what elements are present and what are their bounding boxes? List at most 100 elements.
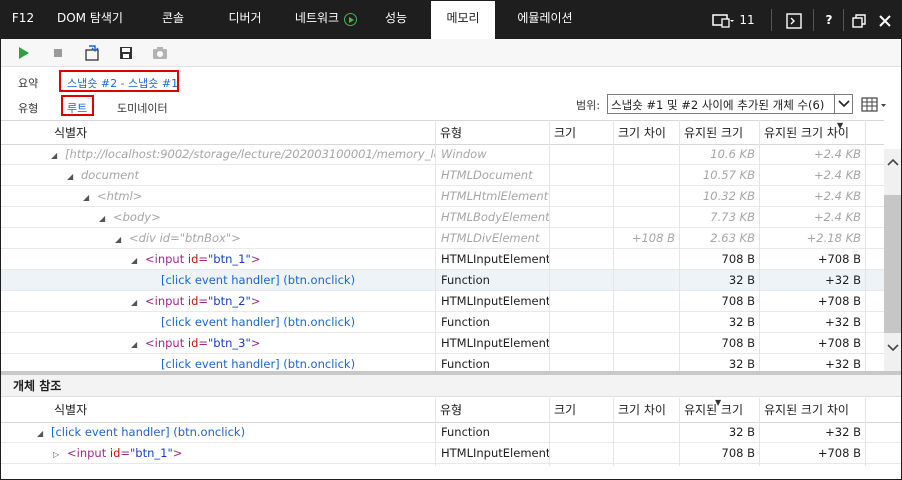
collapse-arrow-icon[interactable]: ◢ — [131, 250, 141, 270]
cell-retained-diff: +708 B — [817, 294, 861, 308]
table-row[interactable]: ◢ [click event handler] (btn.onclick) Func… — [1, 422, 901, 443]
collapse-arrow-icon[interactable]: ◢ — [131, 292, 141, 312]
tab-f12[interactable]: F12 — [5, 1, 41, 39]
column-divider — [435, 120, 436, 371]
col-retained-size[interactable]: 유지된 크기 — [679, 121, 748, 146]
node-name: <input id="btn_1"> — [67, 446, 182, 460]
node-name: <div id="btnBox"> — [129, 231, 241, 245]
lower-col-size[interactable]: 크기 — [549, 398, 581, 423]
table-row[interactable]: ◢ <div id="btnBox"> HTMLDivElement +108 B 2.… — [1, 228, 884, 249]
cell-type: Function — [441, 425, 490, 439]
table-row[interactable]: [click event handler] (btn.onclick) Funct… — [1, 270, 884, 291]
collapse-arrow-icon[interactable]: ◢ — [37, 423, 47, 443]
lower-col-retained-diff[interactable]: 유지된 크기 차이 — [759, 398, 854, 423]
cell-retained-diff: +2.4 KB — [813, 168, 861, 182]
node-name: <input id="btn_2"> — [145, 294, 260, 308]
table-row[interactable]: ◢ <input id="btn_3"> HTMLInputElement 708 B… — [1, 333, 884, 354]
grid-scrollbar[interactable] — [884, 149, 901, 373]
cell-retained-diff: +2.4 KB — [813, 147, 861, 161]
node-name: [click event handler] (btn.onclick) — [161, 315, 356, 329]
collapse-arrow-icon[interactable]: ◢ — [67, 166, 77, 186]
cell-retained: 708 B — [721, 294, 756, 308]
collapse-arrow-icon[interactable]: ◢ — [131, 334, 141, 354]
collapse-arrow-icon[interactable]: ◢ — [99, 208, 109, 228]
stop-icon[interactable] — [49, 44, 67, 62]
screen-icon[interactable] — [708, 9, 738, 31]
lower-col-size-diff[interactable]: 크기 차이 — [613, 398, 671, 423]
column-divider — [679, 398, 680, 466]
play-icon[interactable] — [15, 44, 33, 62]
table-row[interactable]: [click event handler] (btn.onclick) Funct… — [1, 312, 884, 333]
tab-debugger[interactable]: 디버거 — [219, 1, 271, 39]
tab-emulation[interactable]: 에뮬레이션 — [507, 1, 583, 39]
cell-identifier: ◢ <html> — [83, 186, 435, 207]
dominators-tab[interactable]: 도미네이터 — [117, 100, 168, 116]
cell-retained-diff: +32 B — [825, 425, 861, 439]
cell-retained: 708 B — [721, 336, 756, 350]
cell-size-diff — [613, 186, 679, 207]
cell-retained: 32 B — [728, 315, 755, 329]
scope-select[interactable]: 스냅숏 #1 및 #2 사이에 추가된 개체 수(6) — [607, 94, 853, 114]
save-icon[interactable] — [117, 44, 135, 62]
restore-icon[interactable] — [849, 9, 869, 31]
scroll-down-icon[interactable] — [887, 343, 899, 356]
tab-network[interactable]: 네트워크 — [285, 1, 349, 39]
cell-size — [549, 291, 613, 312]
lower-grid-header: 식별자 유형 크기 크기 차이 유지된 크기 유지된 크기 차이 ▼ — [1, 398, 901, 423]
column-divider — [613, 398, 614, 466]
tab-memory[interactable]: 메모리 — [431, 1, 495, 39]
cell-size-diff — [613, 249, 679, 270]
table-row[interactable]: ◢ <input id="btn_2"> HTMLInputElement 708 B… — [1, 291, 884, 312]
table-row[interactable]: ◢ <html> HTMLHtmlElement 10.32 KB +2.4 KB — [1, 186, 884, 207]
collapse-arrow-icon[interactable]: ◢ — [51, 145, 61, 165]
roots-tab[interactable]: 루트 — [67, 100, 87, 116]
memory-toolbar — [1, 39, 901, 67]
col-identifier[interactable]: 식별자 — [49, 121, 92, 146]
cell-type: HTMLBodyElement — [441, 210, 549, 224]
cell-size — [549, 443, 613, 464]
collapse-arrow-icon[interactable]: ◢ — [83, 187, 93, 207]
tab-bar: F12 DOM 탐색기 콘솔 디버거 네트워크 성능 메모리 에뮬레이션 11 … — [1, 1, 901, 39]
tag-close: > — [172, 446, 183, 460]
table-row[interactable]: ◢ <body> HTMLBodyElement 7.73 KB +2.4 KB — [1, 207, 884, 228]
table-row[interactable]: ◢ document HTMLDocument 10.57 KB +2.4 KB — [1, 165, 884, 186]
object-references-title: 개체 참조 — [1, 375, 901, 397]
cell-type: HTMLInputElement — [441, 294, 549, 308]
attr-value: "btn_2" — [208, 294, 251, 308]
tag-open: <input — [145, 336, 185, 350]
lower-col-identifier[interactable]: 식별자 — [49, 398, 92, 423]
col-size-diff[interactable]: 크기 차이 — [613, 121, 671, 146]
collapse-arrow-icon[interactable]: ◢ — [115, 229, 125, 249]
table-row[interactable]: ◢ <input id="btn_1"> HTMLInputElement 708 B… — [1, 249, 884, 270]
tag-open: <input — [145, 252, 185, 266]
cell-size-diff — [613, 270, 679, 291]
console-icon[interactable] — [783, 9, 805, 31]
grid-view-icon[interactable] — [861, 96, 889, 114]
camera-icon[interactable] — [151, 44, 169, 62]
col-type[interactable]: 유형 — [435, 121, 467, 146]
lower-col-type[interactable]: 유형 — [435, 398, 467, 423]
close-icon[interactable] — [875, 9, 895, 31]
lower-col-retained-size[interactable]: 유지된 크기 — [679, 398, 748, 423]
snapshot-compare-link[interactable]: 스냅숏 #2 - 스냅숏 #1 — [67, 75, 178, 91]
scroll-up-icon[interactable] — [887, 157, 899, 170]
tab-performance[interactable]: 성능 — [374, 1, 418, 39]
col-size[interactable]: 크기 — [549, 121, 581, 146]
tag-close: > — [250, 252, 261, 266]
tab-dom-explorer[interactable]: DOM 탐색기 — [49, 1, 131, 39]
cell-retained: 708 B — [721, 446, 756, 460]
column-divider — [435, 398, 436, 466]
table-row[interactable]: ▷ <input id="btn_1"> HTMLInputElement 708 B… — [1, 443, 901, 464]
scroll-thumb[interactable] — [884, 195, 901, 333]
expand-arrow-icon[interactable]: ▷ — [53, 444, 63, 464]
cell-identifier: ◢ <input id="btn_2"> — [131, 291, 435, 312]
tab-console[interactable]: 콘솔 — [151, 1, 195, 39]
cell-identifier: ◢ [click event handler] (btn.onclick) — [37, 422, 435, 443]
import-icon[interactable] — [83, 44, 101, 62]
table-row[interactable]: ◢ [http://localhost:9002/storage/lecture/… — [1, 144, 884, 165]
help-icon[interactable]: ? — [819, 9, 839, 31]
attr-value: "btn_1" — [208, 252, 251, 266]
cell-type: HTMLDivElement — [441, 231, 540, 245]
cell-identifier: ◢ <div id="btnBox"> — [115, 228, 435, 249]
cell-size — [549, 333, 613, 354]
